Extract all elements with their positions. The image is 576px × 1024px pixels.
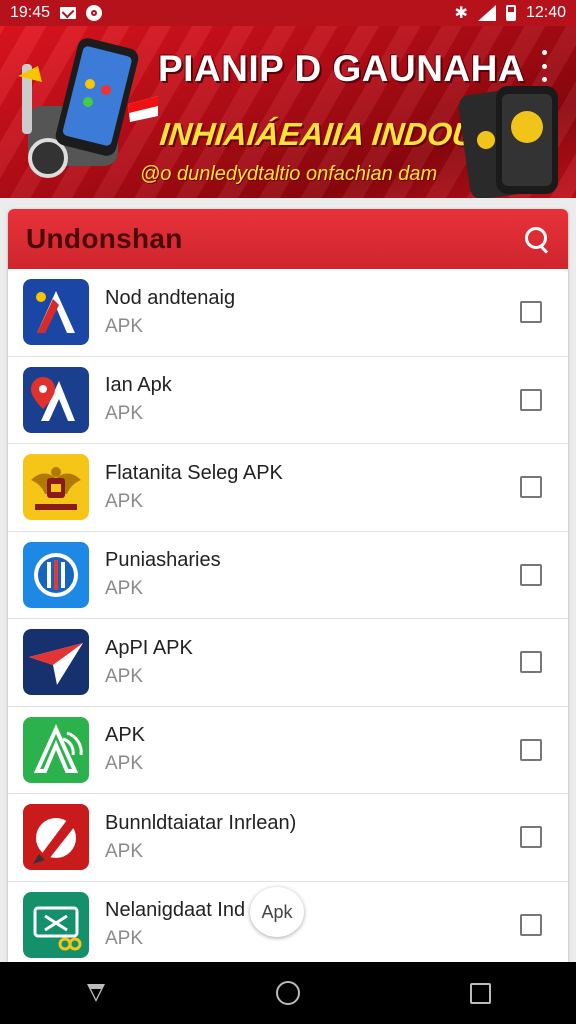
app-name: Ian Apk xyxy=(105,374,172,397)
list-item[interactable]: Puniasharies APK xyxy=(8,532,568,619)
promo-banner: PIANIP D GAUNAHA INHIAIÁEAIIA INDOUNI @o… xyxy=(0,26,576,198)
phone-scooter-image xyxy=(18,38,158,178)
ticket-icon xyxy=(23,891,89,958)
panel-header: Undonshan xyxy=(8,209,568,269)
back-icon xyxy=(87,984,105,1002)
select-checkbox[interactable] xyxy=(520,301,542,324)
app-type: APK xyxy=(105,753,144,775)
recents-button[interactable] xyxy=(460,973,500,1013)
list-item[interactable]: ApPI APK APK xyxy=(8,619,568,707)
status-bar: 19:45 ✱ 12:40 xyxy=(0,0,576,26)
app-name: Flatanita Seleg APK xyxy=(105,461,283,484)
select-checkbox[interactable] xyxy=(520,826,542,849)
signal-icon xyxy=(477,5,496,21)
navigation-bar xyxy=(0,962,576,1024)
app-a-pin-icon xyxy=(23,366,89,433)
app-type: APK xyxy=(105,928,144,950)
back-button[interactable] xyxy=(76,973,116,1013)
garuda-emblem-icon xyxy=(23,454,89,521)
select-checkbox[interactable] xyxy=(520,476,542,499)
globe-shield-icon xyxy=(23,541,89,608)
panel-title: Undonshan xyxy=(26,223,183,254)
app-type: APK xyxy=(105,578,144,600)
clock-right: 12:40 xyxy=(525,4,566,21)
select-checkbox[interactable] xyxy=(520,563,542,586)
app-type: APK xyxy=(105,490,144,512)
app-type: APK xyxy=(105,315,144,337)
overflow-menu-icon[interactable] xyxy=(536,50,552,82)
pen-icon xyxy=(23,804,89,871)
app-name: Nod andtenaig xyxy=(105,286,236,309)
app-name: Puniasharies xyxy=(105,549,221,572)
notification-icon xyxy=(86,5,103,21)
app-a-icon xyxy=(23,279,89,346)
paper-plane-icon xyxy=(23,629,89,696)
app-type: APK xyxy=(105,840,144,862)
home-button[interactable] xyxy=(268,973,308,1013)
green-a-icon xyxy=(23,716,89,783)
app-type: APK xyxy=(105,403,144,425)
select-checkbox[interactable] xyxy=(520,738,542,761)
mail-icon xyxy=(60,7,77,19)
recents-icon xyxy=(469,982,491,1004)
home-icon xyxy=(276,981,300,1005)
battery-icon xyxy=(505,5,516,21)
list-item[interactable]: Bunnldtaiatar Inrlean) APK xyxy=(8,794,568,882)
app-name: ApPI APK xyxy=(105,636,193,659)
banner-website: @o dunledydtaltio onfachian dam xyxy=(140,163,438,185)
select-checkbox[interactable] xyxy=(520,913,542,936)
app-name: APK xyxy=(105,724,146,747)
apk-tooltip-bubble[interactable]: Apk xyxy=(250,887,304,937)
app-type: APK xyxy=(105,665,144,687)
app-list: Nod andtenaig APK Ian Apk APK Flatanita … xyxy=(8,269,568,969)
list-item[interactable]: Nod andtenaig APK xyxy=(8,269,568,357)
dark-phone-image xyxy=(458,86,558,198)
search-icon[interactable] xyxy=(522,224,552,254)
app-name: Nelanigdaat Ind xyxy=(105,899,246,922)
list-item[interactable]: Ian Apk APK xyxy=(8,357,568,444)
select-checkbox[interactable] xyxy=(520,388,542,411)
vibrate-icon: ✱ xyxy=(454,5,468,22)
select-checkbox[interactable] xyxy=(520,651,542,674)
clock-left: 19:45 xyxy=(10,4,51,21)
app-name: Bunnldtaiatar Inrlean) xyxy=(105,811,297,834)
list-item[interactable]: APK APK xyxy=(8,707,568,794)
app-list-panel: Undonshan Nod andtenaig APK Ian Apk APK … xyxy=(8,209,568,969)
list-item[interactable]: Flatanita Seleg APK APK xyxy=(8,444,568,532)
